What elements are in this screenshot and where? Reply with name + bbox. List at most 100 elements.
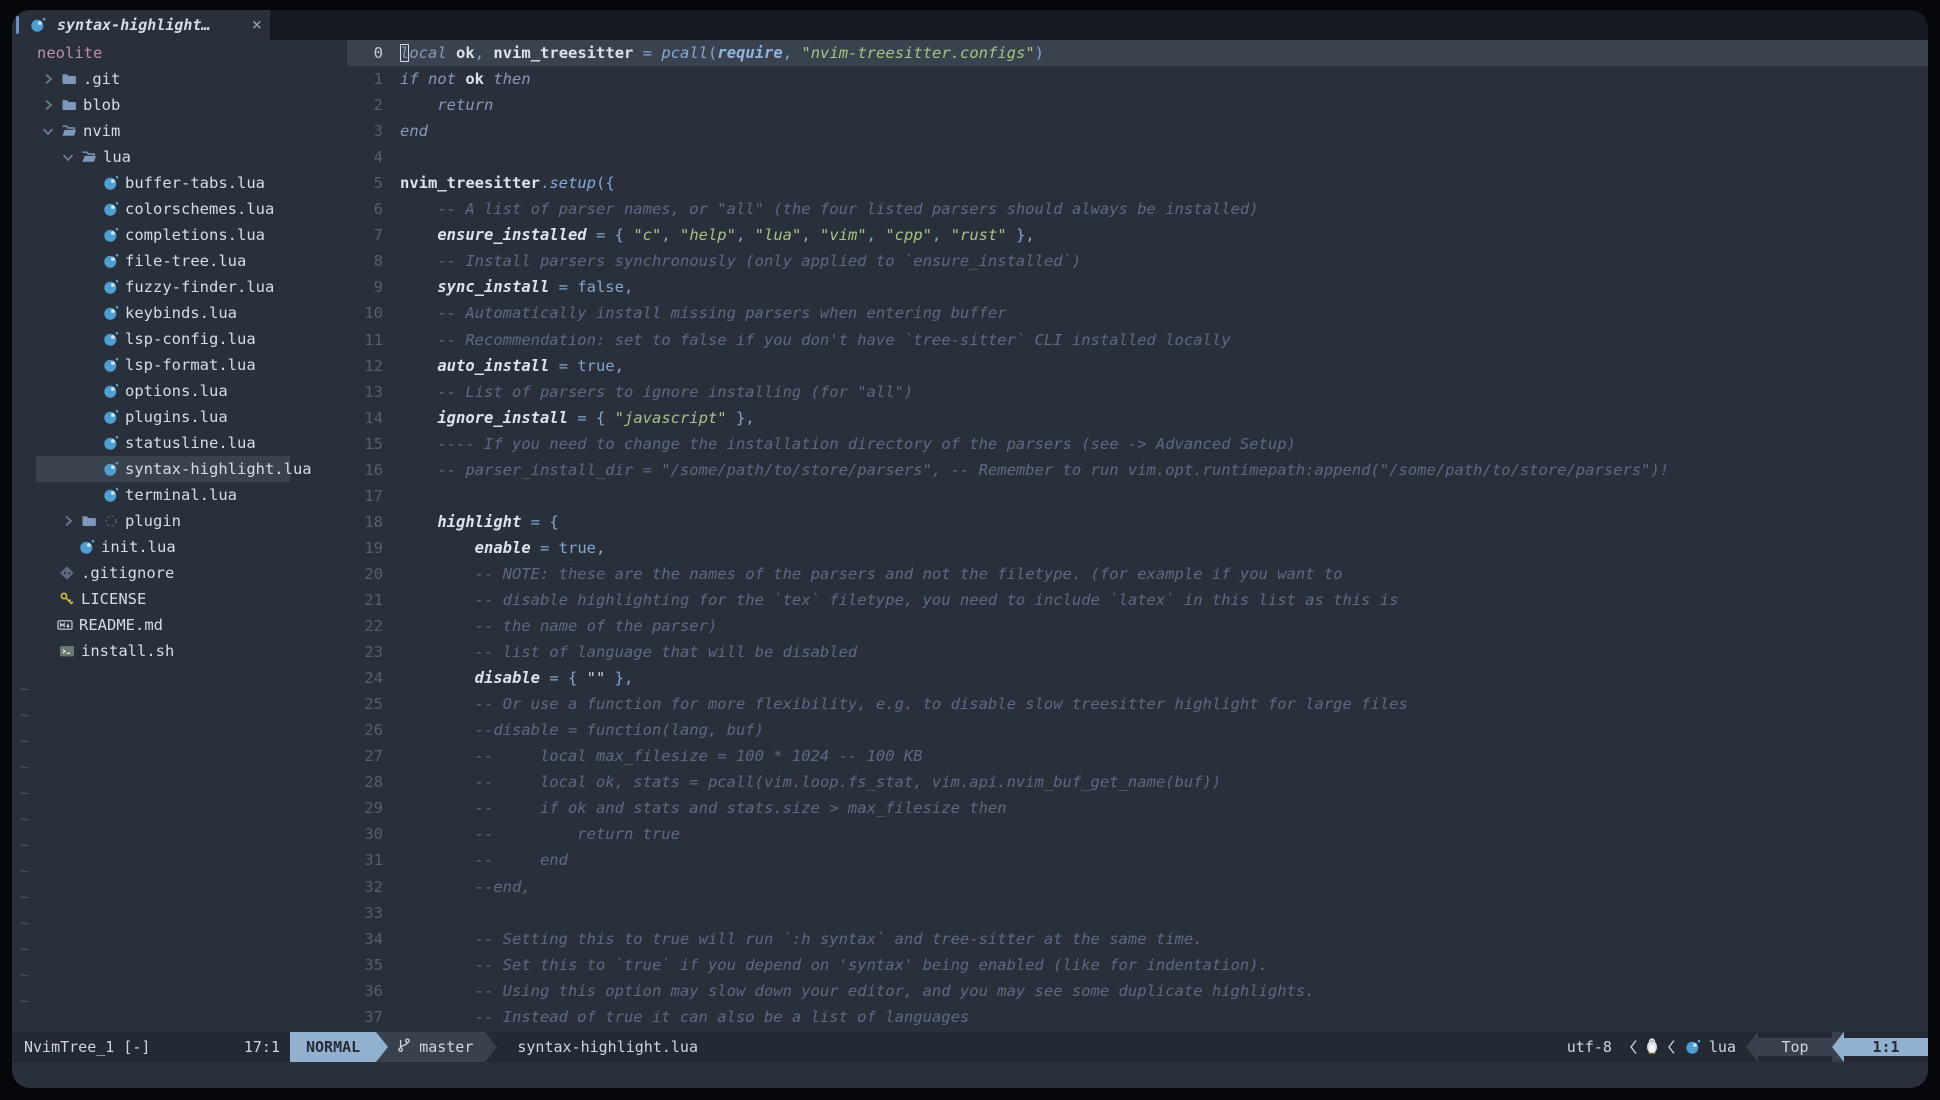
tree-item-colorschemes.lua[interactable]: colorschemes.lua: [12, 196, 290, 222]
code-line-36[interactable]: 36 -- Using this option may slow down yo…: [290, 978, 1928, 1004]
code-text: sync_install = false,: [383, 278, 633, 296]
code-line-37[interactable]: 37 -- Instead of true it can also be a l…: [290, 1004, 1928, 1030]
code-editor[interactable]: 0local ok, nvim_treesitter = pcall(requi…: [290, 40, 1928, 1032]
code-line-30[interactable]: 30 -- return true: [290, 821, 1928, 847]
tree-item-LICENSE[interactable]: LICENSE: [12, 586, 290, 612]
code-line-26[interactable]: 26 --disable = function(lang, buf): [290, 717, 1928, 743]
separator-triangle: [485, 1032, 497, 1062]
git-branch-name: master: [419, 1038, 473, 1056]
filetype-label: lua: [1704, 1038, 1746, 1056]
separator-triangle: [1746, 1032, 1758, 1062]
code-line-25[interactable]: 25 -- Or use a function for more flexibi…: [290, 691, 1928, 717]
code-line-16[interactable]: 16 -- parser_install_dir = "/some/path/t…: [290, 457, 1928, 483]
separator-triangle: [376, 1032, 388, 1062]
code-line-27[interactable]: 27 -- local max_filesize = 100 * 1024 --…: [290, 743, 1928, 769]
tree-item-plugin[interactable]: plugin: [12, 508, 290, 534]
nvimtree-buffer-name: NvimTree_1 [-]: [24, 1038, 150, 1056]
code-line-33[interactable]: 33: [290, 900, 1928, 926]
chev-down-icon: [38, 123, 58, 139]
code-line-21[interactable]: 21 -- disable highlighting for the `tex`…: [290, 587, 1928, 613]
code-line-24[interactable]: 24 disable = { "" },: [290, 665, 1928, 691]
code-line-17[interactable]: 17: [290, 483, 1928, 509]
tree-item-README.md[interactable]: README.md: [12, 612, 290, 638]
tree-item-file-tree.lua[interactable]: file-tree.lua: [12, 248, 290, 274]
git-icon: [56, 565, 78, 581]
code-line-5[interactable]: 5nvim_treesitter.setup({: [290, 170, 1928, 196]
tilde-marker: ~: [12, 754, 290, 780]
tree-item-statusline.lua[interactable]: statusline.lua: [12, 430, 290, 456]
tree-item-lsp-config.lua[interactable]: lsp-config.lua: [12, 326, 290, 352]
tree-item-syntax-highlight.lua[interactable]: syntax-highlight.lua: [12, 456, 290, 482]
code-line-18[interactable]: 18 highlight = {: [290, 509, 1928, 535]
code-line-15[interactable]: 15 ---- If you need to change the instal…: [290, 431, 1928, 457]
neovim-window: syntax-highlight… × neolite.gitblob nvim l…: [12, 10, 1928, 1088]
code-line-34[interactable]: 34 -- Setting this to true will run `:h …: [290, 926, 1928, 952]
code-line-7[interactable]: 7 ensure_installed = { "c", "help", "lua…: [290, 222, 1928, 248]
tree-item-label: .gitignore: [81, 564, 174, 582]
code-line-32[interactable]: 32 --end,: [290, 874, 1928, 900]
tree-item-label: nvim: [83, 122, 120, 140]
os-linux-icon: [1644, 1037, 1660, 1058]
lua-icon: [100, 253, 122, 269]
code-line-28[interactable]: 28 -- local ok, stats = pcall(vim.loop.f…: [290, 769, 1928, 795]
close-icon[interactable]: ×: [252, 17, 262, 34]
code-line-22[interactable]: 22 -- the name of the parser): [290, 613, 1928, 639]
code-text: ---- If you need to change the installat…: [383, 435, 1296, 453]
chev-down-icon: [58, 149, 78, 165]
tilde-marker: ~: [12, 884, 290, 910]
tree-item-blob[interactable]: blob: [12, 92, 290, 118]
tree-item-label: fuzzy-finder.lua: [125, 278, 274, 296]
code-line-14[interactable]: 14 ignore_install = { "javascript" },: [290, 405, 1928, 431]
encoding-label: utf-8: [1567, 1038, 1622, 1056]
chev-right-icon: [58, 513, 78, 529]
tree-item-fuzzy-finder.lua[interactable]: fuzzy-finder.lua: [12, 274, 290, 300]
code-line-9[interactable]: 9 sync_install = false,: [290, 274, 1928, 300]
code-line-12[interactable]: 12 auto_install = true,: [290, 353, 1928, 379]
tree-item-.gitignore[interactable]: .gitignore: [12, 560, 290, 586]
code-line-11[interactable]: 11 -- Recommendation: set to false if yo…: [290, 327, 1928, 353]
tree-item-nvim[interactable]: nvim: [12, 118, 290, 144]
code-line-10[interactable]: 10 -- Automatically install missing pars…: [290, 300, 1928, 326]
code-line-0[interactable]: 0local ok, nvim_treesitter = pcall(requi…: [290, 40, 1928, 66]
line-number: 21: [347, 591, 383, 609]
buffer-tab[interactable]: syntax-highlight… ×: [12, 10, 270, 40]
code-line-29[interactable]: 29 -- if ok and stats and stats.size > m…: [290, 795, 1928, 821]
tree-item-neolite[interactable]: neolite: [12, 40, 290, 66]
tree-item-label: buffer-tabs.lua: [125, 174, 265, 192]
line-number: 5: [347, 174, 383, 192]
code-line-6[interactable]: 6 -- A list of parser names, or "all" (t…: [290, 196, 1928, 222]
git-branch-segment[interactable]: master: [388, 1032, 485, 1062]
tree-item-terminal.lua[interactable]: terminal.lua: [12, 482, 290, 508]
tree-item-install.sh[interactable]: install.sh: [12, 638, 290, 664]
lua-icon: [100, 409, 122, 425]
command-line[interactable]: [12, 1062, 1928, 1088]
code-line-35[interactable]: 35 -- Set this to `true` if you depend o…: [290, 952, 1928, 978]
code-line-3[interactable]: 3end: [290, 118, 1928, 144]
chev-right-icon: [38, 97, 58, 113]
tree-item-keybinds.lua[interactable]: keybinds.lua: [12, 300, 290, 326]
code-text: return: [383, 96, 493, 114]
code-line-19[interactable]: 19 enable = true,: [290, 535, 1928, 561]
folder-open-icon: [78, 149, 100, 165]
tree-item-.git[interactable]: .git: [12, 66, 290, 92]
tree-item-buffer-tabs.lua[interactable]: buffer-tabs.lua: [12, 170, 290, 196]
code-line-13[interactable]: 13 -- List of parsers to ignore installi…: [290, 379, 1928, 405]
line-number: 18: [347, 513, 383, 531]
lua-icon: [100, 435, 122, 451]
code-line-20[interactable]: 20 -- NOTE: these are the names of the p…: [290, 561, 1928, 587]
code-line-8[interactable]: 8 -- Install parsers synchronously (only…: [290, 248, 1928, 274]
tree-item-lua[interactable]: lua: [12, 144, 290, 170]
tree-item-init.lua[interactable]: init.lua: [12, 534, 290, 560]
lua-file-icon: [27, 17, 49, 33]
tree-item-lsp-format.lua[interactable]: lsp-format.lua: [12, 352, 290, 378]
tree-item-options.lua[interactable]: options.lua: [12, 378, 290, 404]
code-line-31[interactable]: 31 -- end: [290, 847, 1928, 873]
code-line-23[interactable]: 23 -- list of language that will be disa…: [290, 639, 1928, 665]
code-line-4[interactable]: 4: [290, 144, 1928, 170]
tree-item-plugins.lua[interactable]: plugins.lua: [12, 404, 290, 430]
code-line-2[interactable]: 2 return: [290, 92, 1928, 118]
code-line-1[interactable]: 1if not ok then: [290, 66, 1928, 92]
line-number: 35: [347, 956, 383, 974]
tree-item-completions.lua[interactable]: completions.lua: [12, 222, 290, 248]
code-text: -- Using this option may slow down your …: [383, 982, 1315, 1000]
